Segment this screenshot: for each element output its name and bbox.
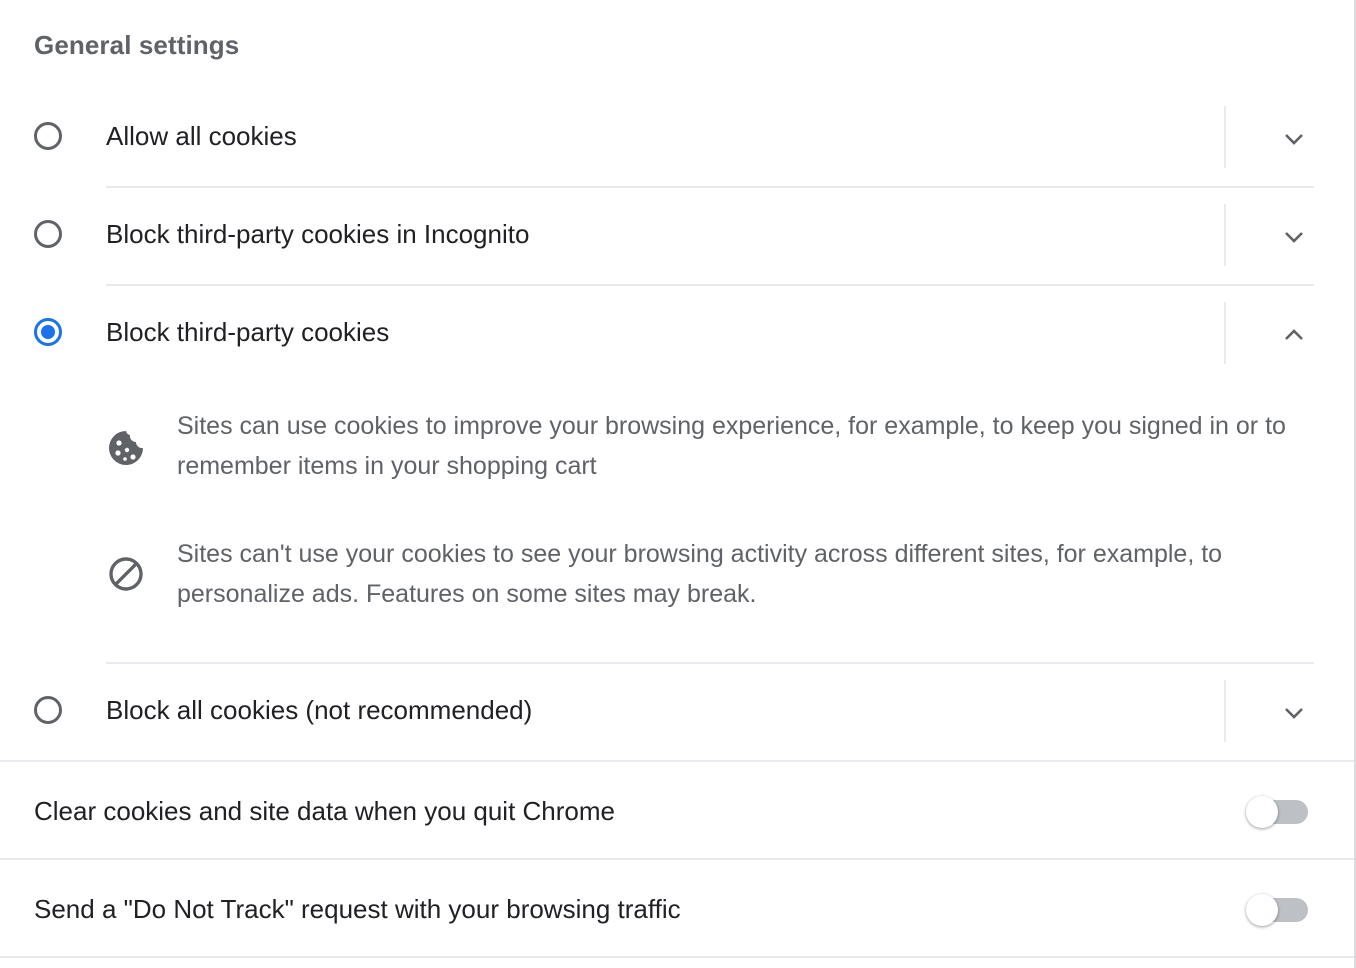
option-label: Block third-party cookies in Incognito [106,219,530,249]
divider [1224,680,1226,742]
radio-allow-all-cookies[interactable] [34,122,62,150]
option-allow-all-cookies[interactable]: Allow all cookies [0,90,1314,188]
chevron-down-icon [1285,232,1303,243]
expand-button[interactable] [1270,689,1318,737]
divider [1224,106,1226,168]
chevron-down-icon [1285,708,1303,719]
option-block-third-party-incognito[interactable]: Block third-party cookies in Incognito [0,188,1314,286]
expand-button[interactable] [1270,115,1318,163]
cookie-settings-page: General settings Allow all cookies Block… [0,0,1356,968]
clear-on-exit-row[interactable]: Clear cookies and site data when you qui… [0,762,1354,858]
divider [0,956,1354,958]
toggle-knob [1246,796,1278,828]
clear-on-exit-toggle[interactable] [1246,796,1308,828]
expand-button[interactable] [1270,213,1318,261]
option-block-third-party-cookies[interactable]: Block third-party cookies [0,286,1314,384]
option-block-all-cookies[interactable]: Block all cookies (not recommended) [0,664,1314,762]
divider [1224,302,1226,364]
section-title: General settings [34,30,240,60]
detail-text: Sites can use cookies to improve your br… [177,412,1286,480]
option-label: Block all cookies (not recommended) [106,695,533,725]
toggle-knob [1246,894,1278,926]
chevron-down-icon [1285,134,1303,145]
collapse-button[interactable] [1270,311,1318,359]
chevron-up-icon [1285,329,1303,340]
block-icon [109,557,143,591]
radio-block-third-party-cookies[interactable] [34,318,62,346]
toggle-label: Clear cookies and site data when you qui… [34,796,615,826]
cookie-icon [109,431,143,465]
option-label: Block third-party cookies [106,317,390,347]
toggle-label: Send a "Do Not Track" request with your … [34,894,681,924]
radio-block-third-party-incognito[interactable] [34,220,62,248]
radio-block-all-cookies[interactable] [34,696,62,724]
detail-text: Sites can't use your cookies to see your… [177,540,1223,608]
do-not-track-toggle[interactable] [1246,894,1308,926]
do-not-track-row[interactable]: Send a "Do Not Track" request with your … [0,860,1354,956]
divider [1224,204,1226,266]
option-label: Allow all cookies [106,121,297,151]
